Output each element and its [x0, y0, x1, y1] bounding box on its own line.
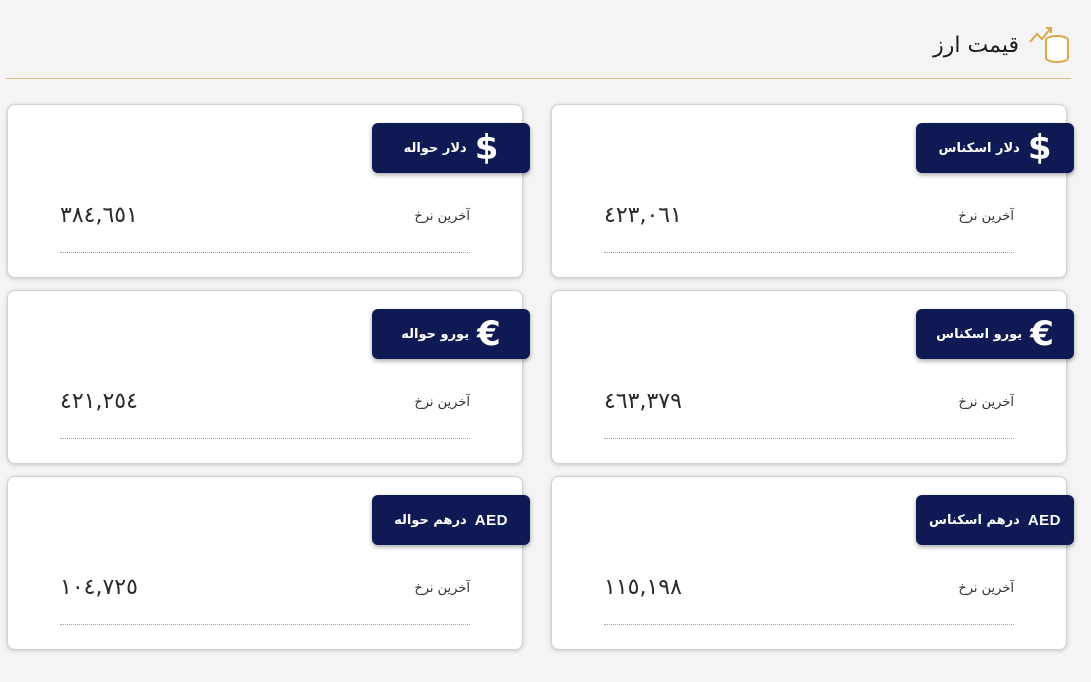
rate-label: آخرین نرخ: [958, 209, 1014, 224]
header-divider: [6, 78, 1071, 79]
currency-badge: € یورو اسکناس: [916, 309, 1074, 359]
currency-price-page: قیمت ارز $ دلار اسکناس آخرین نرخ ٤٢٣,٠٦١…: [0, 0, 1091, 682]
rate-value: ٣٨٤,٦٥١: [60, 203, 138, 228]
card-euro-transfer[interactable]: € یورو حواله آخرین نرخ ٤٢١,٢٥٤: [7, 290, 530, 464]
divider: [604, 624, 1014, 625]
rate-value: ٤٦٣,٣٧٩: [604, 389, 682, 414]
euro-sign-icon: €: [477, 314, 501, 354]
page-title: قیمت ارز: [933, 32, 1019, 58]
rate-value: ٤٢١,٢٥٤: [60, 389, 138, 414]
currency-label: درهم اسکناس: [929, 512, 1020, 528]
rate-label: آخرین نرخ: [414, 209, 470, 224]
divider: [604, 438, 1014, 439]
rate-value: ١١٥,١٩٨: [604, 575, 682, 600]
dollar-sign-icon: $: [1027, 128, 1052, 168]
currency-label: یورو اسکناس: [936, 326, 1023, 342]
card-dirham-transfer[interactable]: AED درهم حواله آخرین نرخ ١٠٤,٧٢٥: [7, 476, 530, 650]
aed-code: AED: [1027, 511, 1061, 529]
aed-code: AED: [474, 511, 508, 529]
currency-badge: € یورو حواله: [372, 309, 530, 359]
currency-label: دلار اسکناس: [938, 140, 1020, 156]
euro-sign-icon: €: [1030, 314, 1054, 354]
rate-label: آخرین نرخ: [414, 581, 470, 596]
currency-label: درهم حواله: [394, 512, 467, 528]
card-dollar-cash[interactable]: $ دلار اسکناس آخرین نرخ ٤٢٣,٠٦١: [551, 104, 1074, 278]
rate-label: آخرین نرخ: [958, 395, 1014, 410]
currency-badge: $ دلار حواله: [372, 123, 530, 173]
currency-badge: AED درهم حواله: [372, 495, 530, 545]
card-dirham-cash[interactable]: AED درهم اسکناس آخرین نرخ ١١٥,١٩٨: [551, 476, 1074, 650]
currency-badge: $ دلار اسکناس: [916, 123, 1074, 173]
rate-value: ١٠٤,٧٢٥: [60, 575, 138, 600]
card-dollar-transfer[interactable]: $ دلار حواله آخرین نرخ ٣٨٤,٦٥١: [7, 104, 530, 278]
dollar-sign-icon: $: [474, 128, 499, 168]
divider: [60, 252, 470, 253]
page-header: قیمت ارز: [933, 22, 1073, 68]
coins-growth-icon: [1029, 27, 1069, 63]
divider: [604, 252, 1014, 253]
currency-label: یورو حواله: [401, 326, 470, 342]
rate-value: ٤٢٣,٠٦١: [604, 203, 682, 228]
rate-label: آخرین نرخ: [414, 395, 470, 410]
currency-label: دلار حواله: [403, 140, 467, 156]
divider: [60, 438, 470, 439]
currency-badge: AED درهم اسکناس: [916, 495, 1074, 545]
rate-label: آخرین نرخ: [958, 581, 1014, 596]
card-euro-cash[interactable]: € یورو اسکناس آخرین نرخ ٤٦٣,٣٧٩: [551, 290, 1074, 464]
divider: [60, 624, 470, 625]
